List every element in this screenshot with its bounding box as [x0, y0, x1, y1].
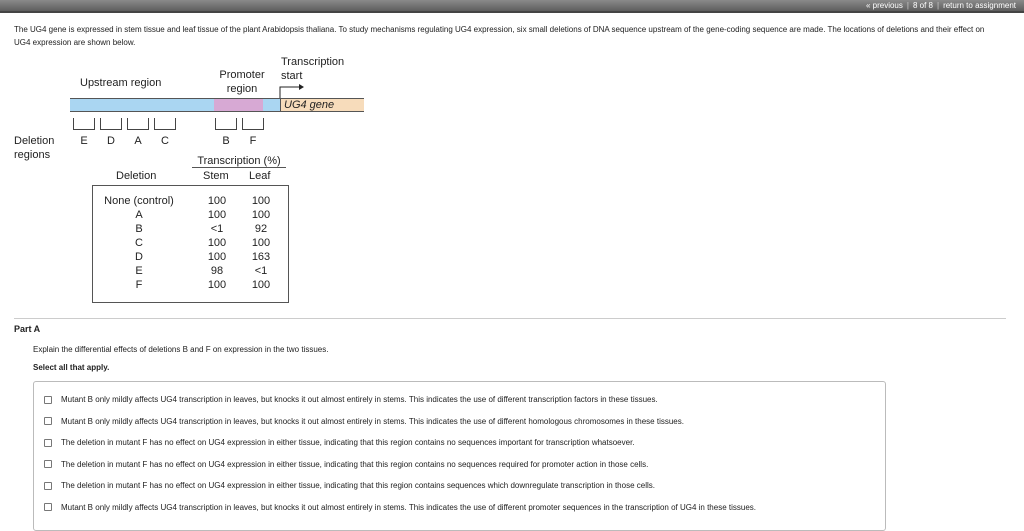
instruction-text: Select all that apply. — [33, 363, 110, 372]
answer-option[interactable]: Mutant B only mildly affects UG4 transcr… — [44, 417, 684, 426]
region-label: B — [222, 135, 230, 147]
stem-cell: 100 — [207, 279, 227, 291]
answer-option[interactable]: Mutant B only mildly affects UG4 transcr… — [44, 503, 756, 512]
table-row: E 98 <1 — [93, 265, 290, 279]
previous-link[interactable]: « previous — [866, 1, 903, 10]
region-label: C — [161, 135, 169, 147]
deletion-cell: D — [135, 251, 143, 263]
checkbox[interactable] — [44, 438, 52, 447]
deletion-cell: A — [135, 209, 143, 221]
option-text: Mutant B only mildly affects UG4 transcr… — [61, 502, 756, 512]
deletion-cell: E — [135, 265, 143, 277]
stem-cell: 100 — [207, 195, 227, 207]
leaf-cell: <1 — [254, 265, 268, 277]
table-row: C 100 100 — [93, 237, 290, 251]
gene-label: UG4 gene — [284, 99, 335, 111]
leaf-cell: 100 — [251, 279, 271, 291]
stem-cell: 98 — [210, 265, 224, 277]
deletion-cell: F — [135, 279, 143, 291]
table-row: None (control) 100 100 — [93, 195, 290, 209]
region-label: D — [107, 135, 115, 147]
option-text: The deletion in mutant F has no effect o… — [61, 438, 635, 447]
checkbox[interactable] — [44, 395, 52, 404]
leaf-cell: 100 — [251, 209, 271, 221]
option-text: Mutant B only mildly affects UG4 transcr… — [61, 416, 684, 426]
transcription-start-arrow-icon — [279, 84, 304, 98]
promoter-bar — [214, 98, 263, 112]
col-leaf: Leaf — [249, 170, 271, 182]
deletion-cell: C — [135, 237, 143, 249]
leaf-cell: 100 — [251, 195, 271, 207]
col-stem: Stem — [203, 170, 229, 182]
stem-cell: <1 — [210, 223, 224, 235]
divider — [14, 318, 1006, 319]
table-row: D 100 163 — [93, 251, 290, 265]
stem-cell: 100 — [207, 251, 227, 263]
option-text: The deletion in mutant F has no effect o… — [61, 481, 655, 490]
table-row: A 100 100 — [93, 209, 290, 223]
answer-option[interactable]: The deletion in mutant F has no effect o… — [44, 438, 635, 447]
table-row: F 100 100 — [93, 279, 290, 293]
region-label: E — [80, 135, 88, 147]
option-text: The deletion in mutant F has no effect o… — [61, 459, 649, 469]
checkbox[interactable] — [44, 417, 52, 425]
region-label: F — [249, 135, 257, 147]
checkbox[interactable] — [44, 460, 52, 468]
promoter-label: Promoter region — [219, 69, 265, 95]
results-table: None (control) 100 100 A 100 100 B <1 92 C 100 100 D… — [92, 185, 289, 303]
page-position: 8 of 8 — [912, 1, 933, 10]
intro-text: The UG4 gene is expressed in stem tissue… — [14, 25, 985, 47]
top-nav-bar: « previous | 8 of 8 | return to assignment — [0, 0, 1024, 13]
question-text: Explain the differential effects of dele… — [33, 345, 329, 354]
col-deletion: Deletion — [116, 170, 157, 182]
part-title: Part A — [14, 324, 41, 334]
stem-cell: 100 — [207, 209, 227, 221]
table-title: Transcription (%) — [192, 155, 286, 168]
table-row: B <1 92 — [93, 223, 290, 237]
answer-option[interactable]: Mutant B only mildly affects UG4 transcr… — [44, 395, 658, 404]
deletion-regions-label: Deletion regions — [14, 135, 55, 161]
option-text: Mutant B only mildly affects UG4 transcr… — [61, 395, 658, 404]
answer-option[interactable]: The deletion in mutant F has no effect o… — [44, 460, 648, 469]
region-label: A — [134, 135, 142, 147]
transcription-start-label: Transcription start — [281, 56, 345, 82]
checkbox[interactable] — [44, 503, 52, 511]
deletion-cell: None (control) — [104, 195, 174, 207]
answer-option[interactable]: The deletion in mutant F has no effect o… — [44, 481, 655, 490]
leaf-cell: 100 — [251, 237, 271, 249]
checkbox[interactable] — [44, 481, 52, 490]
return-to-assignment-link[interactable]: return to assignment — [943, 1, 1016, 10]
leaf-cell: 163 — [251, 251, 271, 263]
stem-cell: 100 — [207, 237, 227, 249]
ug4-gene-bar: UG4 gene — [280, 98, 364, 112]
deletion-cell: B — [135, 223, 143, 235]
leaf-cell: 92 — [254, 223, 268, 235]
answer-options: Mutant B only mildly affects UG4 transcr… — [33, 381, 886, 531]
upstream-label: Upstream region — [80, 77, 162, 89]
